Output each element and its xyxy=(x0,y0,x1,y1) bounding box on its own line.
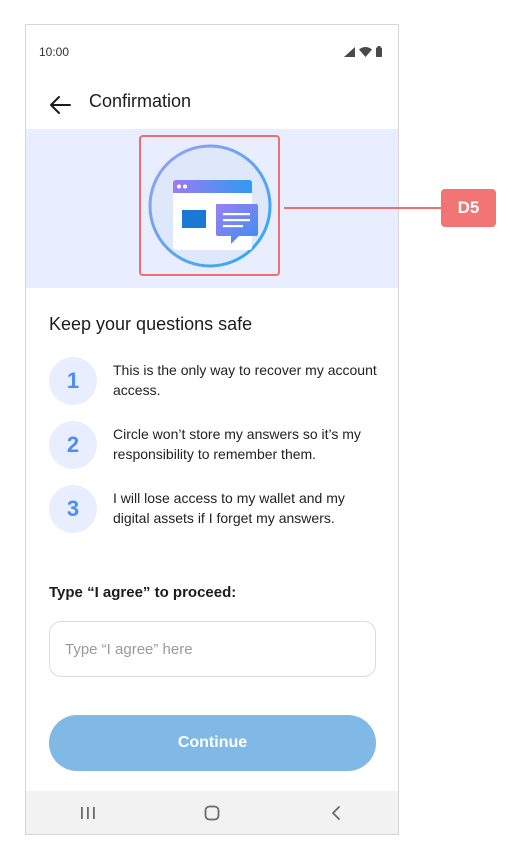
step-text: This is the only way to recover my accou… xyxy=(113,362,377,398)
status-icons xyxy=(344,46,382,57)
step-item: 2 Circle won’t store my answers so it’s … xyxy=(49,421,379,471)
nav-back-button[interactable] xyxy=(306,791,366,834)
recent-apps-icon xyxy=(81,806,95,819)
nav-home-button[interactable] xyxy=(182,791,242,834)
status-time: 10:00 xyxy=(39,45,70,59)
annotation-highlight-box xyxy=(139,135,280,276)
agree-input[interactable] xyxy=(49,621,376,677)
agree-prompt: Type “I agree” to proceed: xyxy=(49,584,237,601)
nav-recents-button[interactable] xyxy=(58,791,118,834)
step-item: 1 This is the only way to recover my acc… xyxy=(49,357,379,407)
step-text: I will lose access to my wallet and my d… xyxy=(113,490,345,526)
battery-icon xyxy=(376,46,382,57)
step-number: 3 xyxy=(49,485,97,533)
signal-icon xyxy=(344,46,355,57)
step-number: 1 xyxy=(49,357,97,405)
step-text: Circle won’t store my answers so it’s my… xyxy=(113,426,361,462)
back-button[interactable] xyxy=(48,92,74,118)
status-bar: 10:00 xyxy=(26,25,398,81)
continue-button[interactable]: Continue xyxy=(49,715,376,771)
step-item: 3 I will lose access to my wallet and my… xyxy=(49,485,379,535)
browser-chat-illustration xyxy=(148,144,272,268)
step-number: 2 xyxy=(49,421,97,469)
annotation-connector xyxy=(284,207,441,209)
system-nav-bar xyxy=(26,791,398,834)
arrow-left-icon xyxy=(50,96,71,114)
section-heading: Keep your questions safe xyxy=(49,314,253,334)
page-title: Confirmation xyxy=(89,91,192,111)
phone-frame: 10:00 Confirmation Keep your questions s… xyxy=(25,24,399,835)
app-bar: Confirmation xyxy=(26,81,398,129)
home-icon xyxy=(204,805,220,820)
annotation-badge: D5 xyxy=(441,189,496,227)
back-chevron-icon xyxy=(332,805,340,820)
wifi-icon xyxy=(359,46,372,57)
